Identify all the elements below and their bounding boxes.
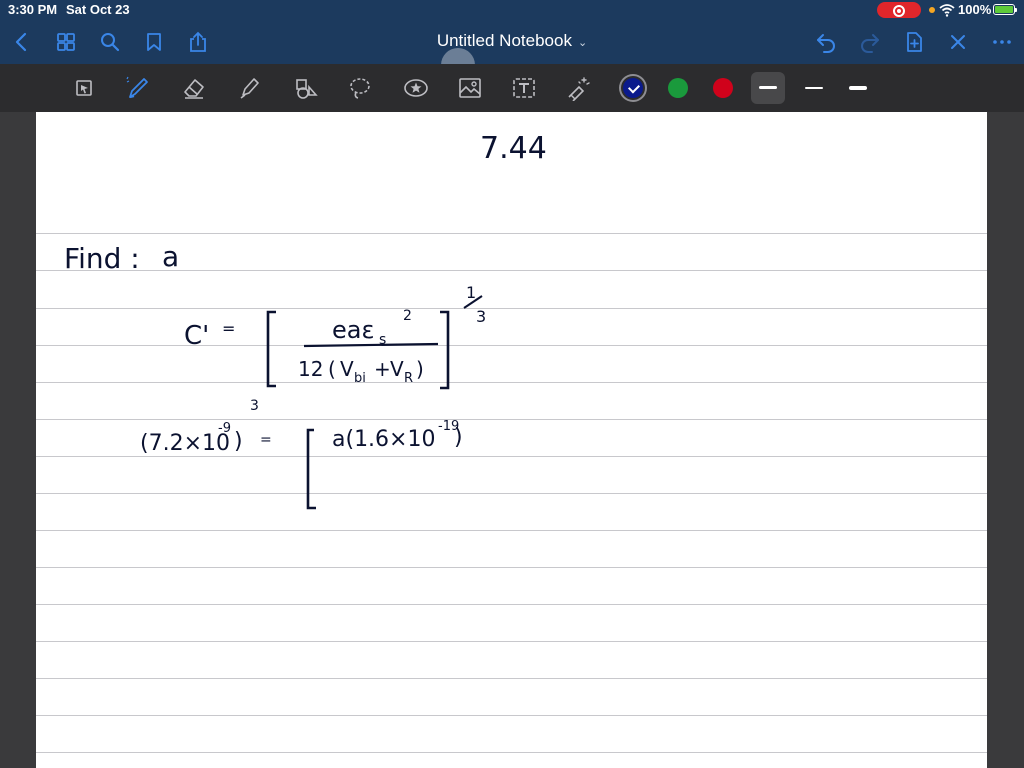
eq1-numerator-sup: 2 [403,308,412,324]
share-icon[interactable] [184,28,212,56]
status-time: 3:30 PM [8,2,58,17]
stroke-width-thin[interactable] [797,72,831,104]
eq2-left-bracket [306,428,316,510]
back-icon[interactable] [8,28,36,56]
bookmark-icon[interactable] [140,28,168,56]
eq1-denominator-v2: V [390,357,404,381]
eq1-exponent-num: 1 [466,283,476,302]
add-page-icon[interactable] [900,28,928,56]
screen-record-indicator[interactable] [877,2,921,18]
color-swatch-red[interactable] [713,78,733,98]
search-icon[interactable] [96,28,124,56]
stroke-preview [849,86,867,90]
color-swatch-navy[interactable] [623,78,643,98]
handwritten-notes: 7.44 Find : a C' = eaε s 2 12 ( V bi + V… [64,131,547,510]
eq1-equals: = [222,319,235,338]
battery-percentage: 100% [958,2,992,17]
eq2-rhs-close: ) [454,425,463,450]
record-icon [893,5,905,17]
undo-icon[interactable] [812,28,840,56]
navigation-bar: Untitled Notebook ⌄ [0,22,1024,82]
eq2-lhs: (7.2×10 [140,431,230,456]
check-icon [627,81,641,94]
color-swatch-green[interactable] [668,78,688,98]
thumbnails-icon[interactable] [52,28,80,56]
shapes-tool-icon[interactable] [290,72,322,104]
stroke-width-thick[interactable] [751,72,785,104]
notebook-title[interactable]: Untitled Notebook ⌄ [412,31,612,51]
eq1-lhs: C' [184,321,209,351]
eq1-right-bracket [440,310,450,390]
highlighter-tool-icon[interactable] [234,72,266,104]
eq1-denominator-coef: 12 [298,357,323,381]
eq1-denominator-close: ) [416,357,424,381]
wifi-icon [939,4,955,17]
find-variable: a [162,240,179,273]
eq2-lhs-close: ) [234,429,243,454]
eq1-denominator-v1-sub: bi [354,371,366,386]
text-tool-icon[interactable] [508,72,540,104]
eq2-rhs: a(1.6×10 [332,427,435,452]
chevron-down-icon: ⌄ [577,37,588,49]
stroke-preview [805,87,823,89]
eq1-denominator-v2-sub: R [404,371,413,386]
eq1-denominator-v1: V [340,357,354,381]
problem-number: 7.44 [480,131,547,166]
battery-icon [993,4,1017,15]
eraser-tool-icon[interactable] [178,72,210,104]
image-tool-icon[interactable] [454,72,486,104]
pen-tool-icon[interactable] [122,72,154,104]
sticker-tool-icon[interactable] [400,72,432,104]
eq1-numerator: eaε [332,316,374,344]
eq1-left-bracket [266,310,276,388]
eq2-lhs-exp: -9 [218,421,231,436]
microphone-indicator [929,7,935,13]
lasso-tool-icon[interactable] [344,72,376,104]
eq1-denominator-open: ( [328,357,336,381]
notebook-page[interactable]: 7.44 Find : a C' = eaε s 2 12 ( V bi + V… [36,112,987,768]
more-icon[interactable] [988,28,1016,56]
drawing-toolbar [0,64,1024,112]
notebook-title-text: Untitled Notebook [436,31,572,50]
top-bar: 3:30 PM Sat Oct 23 100% Untitled Noteboo… [0,0,1024,82]
close-icon[interactable] [944,28,972,56]
stroke-width-medium[interactable] [841,72,875,104]
redo-icon[interactable] [856,28,884,56]
eq1-fraction-bar [303,342,439,348]
laser-pointer-tool-icon[interactable] [562,72,594,104]
eq1-exponent-den: 3 [476,307,486,326]
stroke-preview [759,86,777,89]
eq2-lhs-power: 3 [250,398,259,414]
eq2-equals: = [260,432,272,448]
status-date: Sat Oct 23 [66,2,130,17]
status-bar: 3:30 PM Sat Oct 23 100% [0,0,1024,20]
find-label: Find : [64,242,140,275]
eq1-denominator-plus: + [374,357,391,381]
select-tool-icon[interactable] [68,72,100,104]
